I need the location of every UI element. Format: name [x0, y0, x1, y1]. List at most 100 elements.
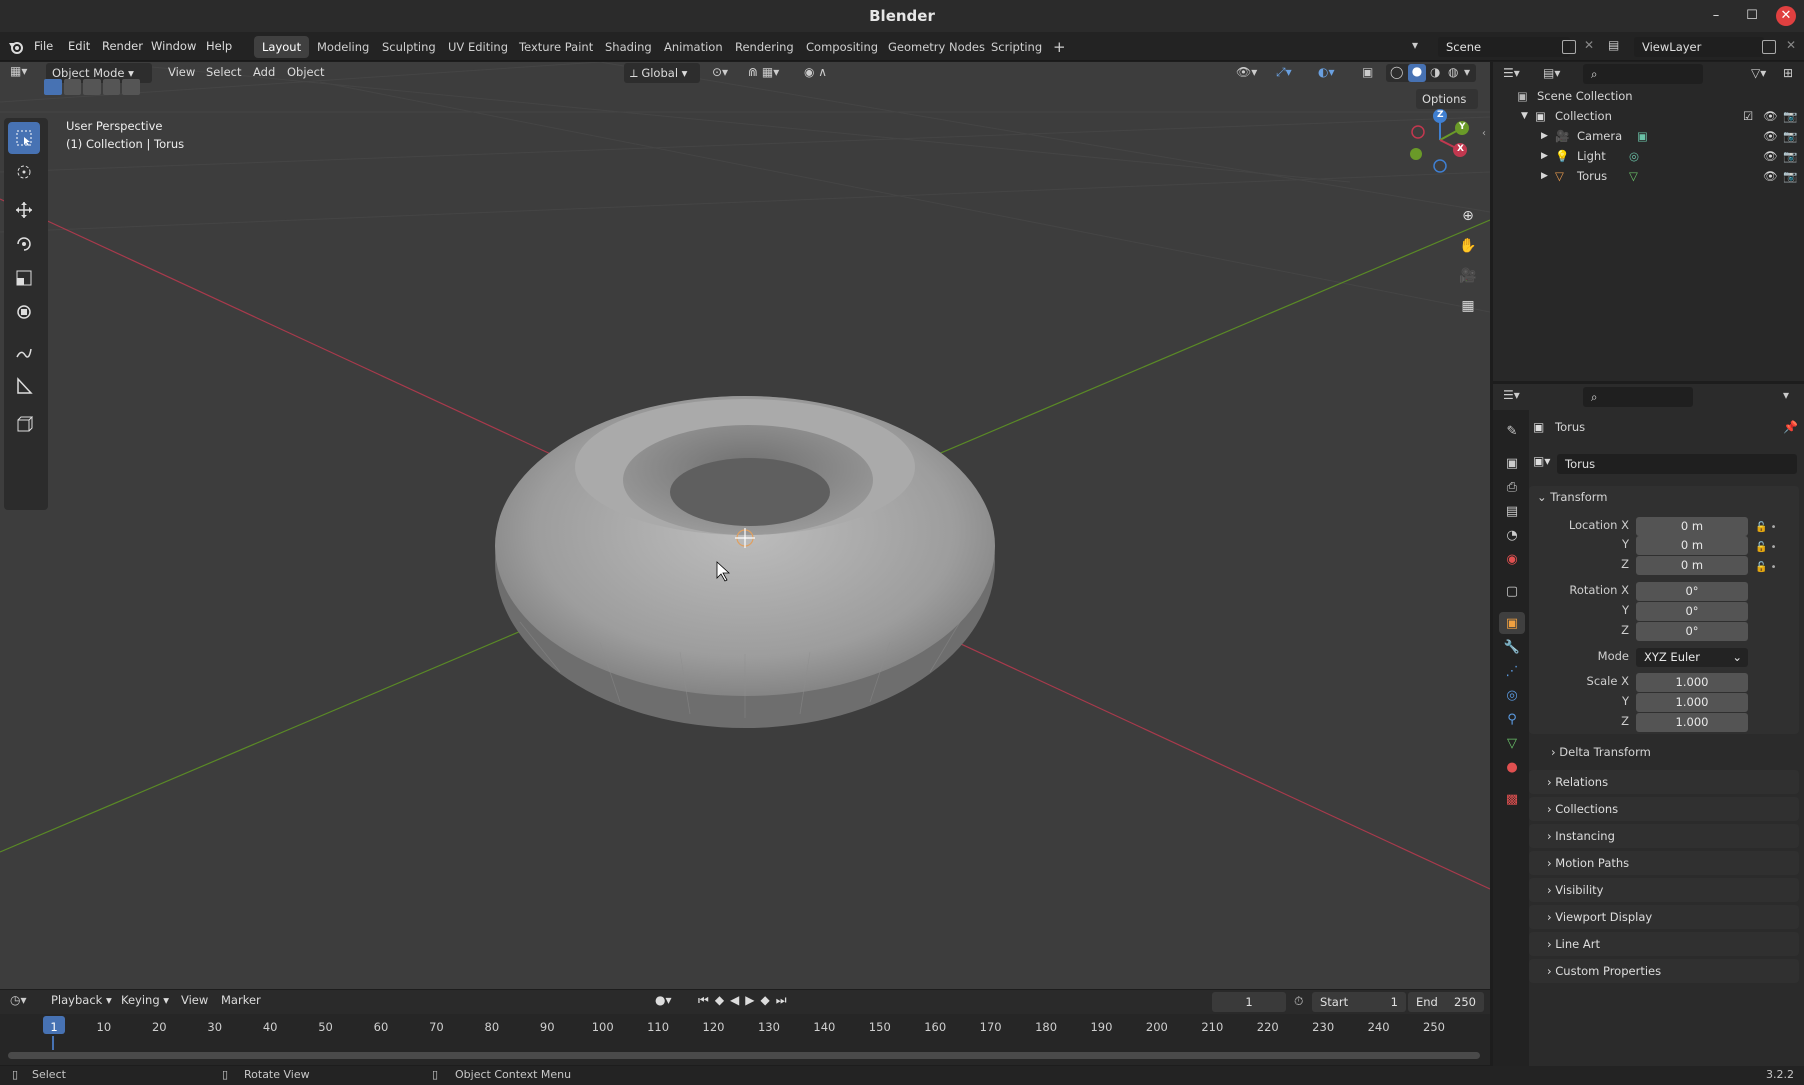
tab-modeling[interactable]: Modeling [309, 36, 377, 58]
collection-tab-icon[interactable]: ▢ [1501, 580, 1523, 602]
outliner-row-collection[interactable]: ▼ ▣ Collection ☑ 👁 📷 [1493, 106, 1804, 126]
data-tab-icon[interactable]: ▽ [1501, 732, 1523, 754]
shading-options-icon[interactable]: ▾ [1464, 65, 1470, 79]
viewport-menu-view[interactable]: View [168, 65, 195, 79]
tab-animation[interactable]: Animation [656, 36, 731, 58]
outliner-row-torus[interactable]: ▶ ▽ Torus ▽ 👁 📷 [1493, 166, 1804, 186]
select-intersect-icon[interactable] [122, 79, 140, 95]
world-tab-icon[interactable]: ◉ [1501, 548, 1523, 570]
tool-tab-icon[interactable]: ✎ [1501, 420, 1523, 442]
select-invert-icon[interactable] [102, 79, 121, 95]
visibility-eye-icon[interactable]: 👁 [1763, 106, 1778, 126]
new-viewlayer-icon[interactable] [1762, 40, 1776, 54]
material-shading-icon[interactable]: ◑ [1430, 65, 1440, 79]
exclude-checkbox[interactable]: ☑ [1743, 106, 1753, 126]
location-z-field[interactable]: 0 m [1636, 556, 1748, 575]
location-x-field[interactable]: 0 m [1636, 517, 1748, 536]
tab-texture-paint[interactable]: Texture Paint [511, 36, 601, 58]
light-data-icon[interactable]: ◎ [1629, 146, 1639, 166]
properties-search[interactable]: ⌕ [1583, 387, 1693, 407]
particles-tab-icon[interactable]: ⋰ [1501, 660, 1523, 682]
wireframe-shading-icon[interactable]: ◯ [1390, 65, 1403, 79]
tab-uv-editing[interactable]: UV Editing [440, 36, 516, 58]
scale-x-field[interactable]: 1.000 [1636, 673, 1748, 692]
jump-start-icon[interactable]: ⏮ [698, 993, 715, 1007]
gizmo-toggle-icon[interactable]: ⤢▾ [1276, 65, 1292, 80]
select-extend-icon[interactable] [63, 79, 82, 95]
panel-motion-paths[interactable]: › Motion Paths [1529, 851, 1799, 875]
timeline-menu-playback[interactable]: Playback ▾ [51, 993, 112, 1007]
xray-icon[interactable]: ▣ [1362, 65, 1373, 79]
select-subtract-icon[interactable] [83, 79, 101, 95]
scale-y-field[interactable]: 1.000 [1636, 693, 1748, 712]
tab-sculpting[interactable]: Sculpting [374, 36, 444, 58]
display-mode-icon[interactable]: ▤▾ [1543, 66, 1560, 80]
view-layer-tab-icon[interactable]: ▤ [1501, 500, 1523, 522]
visibility-icon[interactable]: 👁▾ [1236, 65, 1257, 79]
select-box-tool[interactable] [8, 122, 40, 154]
scale-tool[interactable] [8, 262, 40, 294]
close-icon[interactable]: ✕ [1776, 6, 1796, 26]
scene-field[interactable]: Scene [1438, 37, 1570, 57]
timeline-menu-marker[interactable]: Marker [221, 993, 261, 1007]
move-tool[interactable] [8, 194, 40, 226]
object-browse-icon[interactable]: ▣▾ [1533, 454, 1559, 474]
rotation-y-field[interactable]: 0° [1636, 602, 1748, 621]
tab-shading[interactable]: Shading [597, 36, 660, 58]
location-y-field[interactable]: 0 m [1636, 536, 1748, 555]
menu-render[interactable]: Render [102, 39, 143, 53]
object-tab-icon[interactable]: ▣ [1499, 612, 1525, 634]
outliner-editor-icon[interactable]: ☰▾ [1503, 66, 1520, 80]
rotation-x-field[interactable]: 0° [1636, 582, 1748, 601]
mesh-data-icon[interactable]: ▽ [1629, 166, 1638, 186]
object-name-field[interactable]: Torus [1557, 454, 1797, 474]
delete-scene-icon[interactable]: ✕ [1584, 38, 1594, 52]
panel-relations[interactable]: › Relations [1529, 770, 1799, 794]
visibility-eye-icon[interactable]: 👁 [1763, 166, 1778, 186]
delta-transform-subpanel[interactable]: › Delta Transform [1551, 745, 1651, 759]
outliner-search[interactable]: ⌕ [1583, 64, 1703, 84]
select-new-icon[interactable] [44, 79, 62, 95]
texture-tab-icon[interactable]: ▩ [1501, 788, 1523, 810]
3d-viewport[interactable]: ▦▾ Object Mode ▾ View Select Add Object … [0, 62, 1490, 989]
next-keyframe-icon[interactable]: ◆ [761, 993, 776, 1007]
zoom-icon[interactable]: ⊕ [1456, 204, 1480, 228]
output-tab-icon[interactable]: ⎙ [1501, 476, 1523, 498]
solid-shading-icon[interactable]: ● [1408, 64, 1426, 82]
play-reverse-icon[interactable]: ◀ [730, 993, 745, 1007]
pivot-icon[interactable]: ⊙▾ [712, 65, 728, 79]
blender-logo-icon[interactable] [8, 40, 24, 54]
rendered-shading-icon[interactable]: ◍ [1448, 65, 1458, 79]
filter-icon[interactable]: ▽▾ [1751, 66, 1766, 80]
viewport-menu-object[interactable]: Object [287, 65, 324, 79]
physics-tab-icon[interactable]: ◎ [1501, 684, 1523, 706]
end-frame-field[interactable]: End 250 [1408, 992, 1484, 1012]
render-tab-icon[interactable]: ▣ [1501, 452, 1523, 474]
overlay-toggle-icon[interactable]: ◐▾ [1318, 65, 1335, 79]
panel-viewport-display[interactable]: › Viewport Display [1529, 905, 1799, 929]
menu-window[interactable]: Window [151, 39, 196, 53]
record-icon[interactable]: ●▾ [655, 993, 672, 1007]
tab-scripting[interactable]: Scripting [983, 36, 1050, 58]
sidebar-toggle-icon[interactable]: ‹ [1482, 128, 1486, 139]
render-camera-icon[interactable]: 📷 [1783, 126, 1797, 146]
outliner-row-camera[interactable]: ▶ 🎥 Camera ▣ 👁 📷 [1493, 126, 1804, 146]
menu-edit[interactable]: Edit [68, 39, 90, 53]
rotation-mode-dropdown[interactable]: XYZ Euler ⌄ [1636, 648, 1748, 667]
viewport-menu-add[interactable]: Add [253, 65, 275, 79]
outliner-row-scene-collection[interactable]: ▣ Scene Collection [1493, 86, 1804, 106]
add-workspace-icon[interactable]: + [1045, 36, 1074, 58]
measure-tool[interactable] [8, 370, 40, 402]
viewport-menu-select[interactable]: Select [206, 65, 241, 79]
modifier-tab-icon[interactable]: 🔧 [1501, 636, 1523, 658]
constraints-tab-icon[interactable]: ⚲ [1501, 708, 1523, 730]
tab-geometry-nodes[interactable]: Geometry Nodes [880, 36, 993, 58]
rotate-tool[interactable] [8, 228, 40, 260]
play-icon[interactable]: ▶ [745, 993, 760, 1007]
rotation-z-field[interactable]: 0° [1636, 622, 1748, 641]
transform-panel-header[interactable]: ⌄ Transform [1537, 490, 1608, 504]
tab-compositing[interactable]: Compositing [798, 36, 886, 58]
timeline-editor-icon[interactable]: ◷▾ [10, 993, 27, 1007]
properties-editor-icon[interactable]: ☰▾ [1503, 388, 1520, 402]
scene-browse-icon[interactable]: ▾ [1412, 38, 1438, 58]
